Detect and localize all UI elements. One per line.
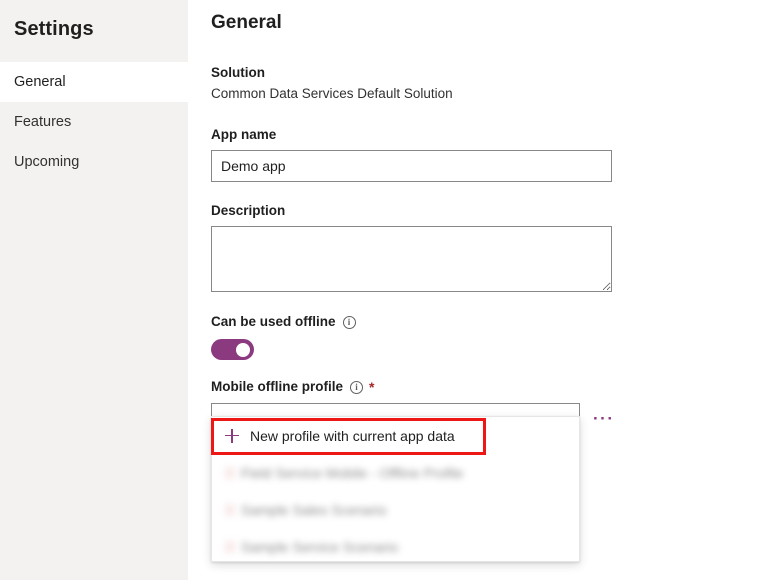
mobile-profile-dropdown-panel: New profile with current app data Field … [211,416,580,562]
offline-toggle[interactable] [211,339,254,360]
sidebar-item-upcoming[interactable]: Upcoming [0,142,188,182]
settings-sidebar: Settings General Features Upcoming [0,0,188,580]
dropdown-option-item[interactable]: Sample Sales Scenario [212,491,579,528]
sidebar-nav: General Features Upcoming [0,62,188,182]
dropdown-option-label: Sample Service Scenario [241,539,398,555]
app-name-label-text: App name [211,126,276,144]
solution-label: Solution [211,64,765,82]
description-field: Description [211,202,765,292]
app-name-field: App name [211,126,765,182]
solution-label-text: Solution [211,64,265,82]
offline-label: Can be used offline [211,313,765,331]
more-options-button[interactable]: ··· [593,414,614,424]
option-swatch [225,504,235,516]
offline-toggle-field: Can be used offline [211,313,765,360]
sidebar-title: Settings [0,0,188,42]
description-label-text: Description [211,202,285,220]
description-textarea[interactable] [211,226,612,292]
toggle-knob [236,343,250,357]
sidebar-item-label: Features [14,114,71,130]
dropdown-option-label: New profile with current app data [250,428,455,444]
mobile-profile-label: Mobile offline profile * [211,378,765,396]
dropdown-option-new-profile[interactable]: New profile with current app data [212,417,579,454]
sidebar-item-general[interactable]: General [0,62,188,102]
dropdown-option-item[interactable]: Sample Service Scenario [212,528,579,565]
option-swatch [225,467,235,479]
info-icon[interactable] [343,316,356,329]
dropdown-option-label: Field Service Mobile - Offline Profile [241,465,463,481]
page-title: General [211,10,765,36]
app-name-label: App name [211,126,765,144]
solution-value: Common Data Services Default Solution [211,84,765,104]
plus-icon [225,429,239,443]
solution-field: Solution Common Data Services Default So… [211,64,765,104]
sidebar-item-features[interactable]: Features [0,102,188,142]
required-asterisk: * [369,382,374,392]
sidebar-item-label: General [14,74,66,90]
description-label: Description [211,202,765,220]
dropdown-option-item[interactable]: Field Service Mobile - Offline Profile [212,454,579,491]
dropdown-option-label: Sample Sales Scenario [241,502,387,518]
offline-label-text: Can be used offline [211,313,336,331]
app-name-input[interactable] [211,150,612,182]
info-icon[interactable] [350,381,363,394]
sidebar-item-label: Upcoming [14,154,79,170]
mobile-profile-label-text: Mobile offline profile [211,378,343,396]
option-swatch [225,541,235,553]
